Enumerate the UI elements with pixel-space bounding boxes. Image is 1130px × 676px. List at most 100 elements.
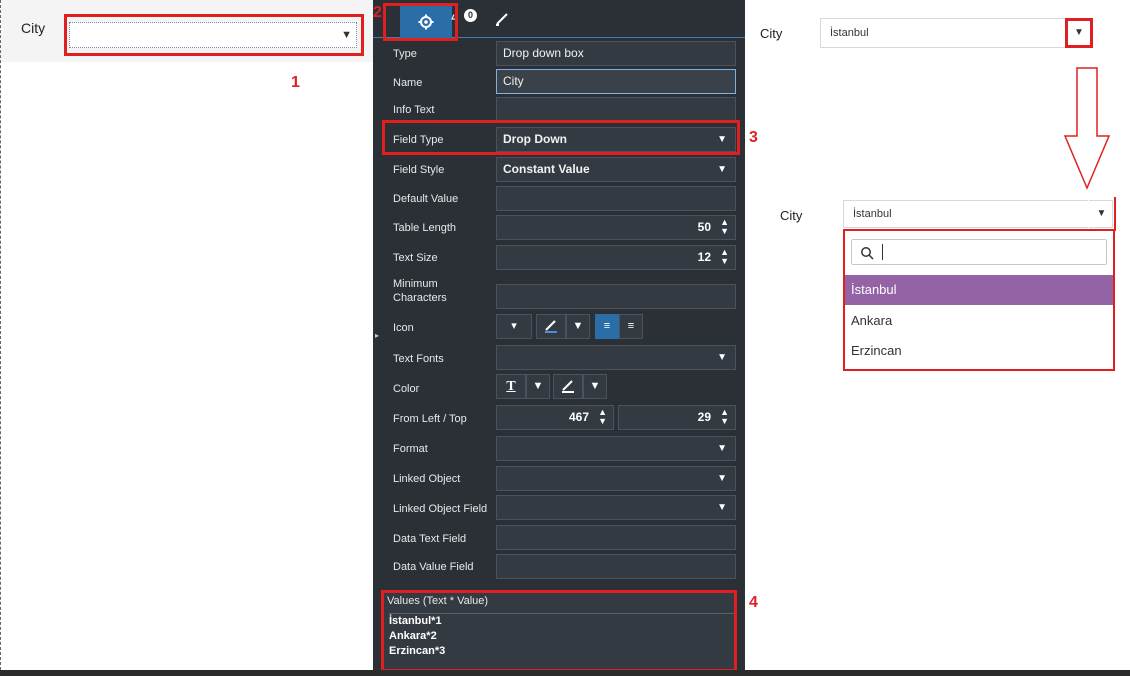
type-value: Drop down box [503,46,584,60]
minimum-characters-input[interactable] [496,284,736,309]
text-color-icon: T [506,379,516,394]
values-header: Values (Text * Value) [387,595,489,607]
preview-dropdown-list: İstanbul Ankara Erzincan [843,229,1115,371]
label-linked-object-field: Linked Object Field [393,503,488,515]
from-top-input[interactable]: 29 ▲ ▼ [618,405,736,430]
expand-indicator-icon: ▸ [375,331,380,340]
align-right-button[interactable]: ≡ [619,314,643,339]
values-list: İstanbul*1 Ankara*2 Erzincan*3 [389,613,734,669]
dropdown-option[interactable]: Erzincan [845,336,1113,366]
dropdown-arrow-icon: ▼ [717,473,727,484]
name-input[interactable]: City [496,69,736,94]
annotation-number-4: 4 [749,594,758,611]
align-left-icon: ≡ [603,320,611,332]
preview-dropdown-toggle[interactable]: ▼ [1065,18,1093,48]
label-format: Format [393,443,428,455]
align-right-icon: ≡ [627,320,635,332]
brush-icon [562,380,574,393]
dropdown-arrow-icon: ▼ [717,164,727,175]
data-text-field-input[interactable] [496,525,736,550]
label-table-length: Table Length [393,222,456,234]
design-canvas[interactable]: City ▼ 1 [0,0,373,670]
values-line: İstanbul*1 [389,615,442,627]
values-textarea[interactable]: Values (Text * Value) İstanbul*1 Ankara*… [381,590,737,672]
spinner-icon[interactable]: ▲ ▼ [720,248,729,266]
dropdown-option[interactable]: İstanbul [845,275,1113,305]
events-count-badge: 0 [464,9,477,22]
spinner-icon[interactable]: ▲ ▼ [720,408,729,426]
highlight-corner [1084,197,1116,231]
dropdown-arrow-icon: ▼ [1074,27,1084,38]
tab-style[interactable] [495,12,509,31]
preview-city-dropdown-open[interactable]: İstanbul [843,200,1113,228]
preview-selected-value: İstanbul [853,208,892,220]
text-color-dropdown[interactable]: ▼ [526,374,550,399]
data-value-field-input[interactable] [496,554,736,579]
dropdown-arrow-icon: ▼ [717,352,727,363]
icon-color-dropdown[interactable]: ▼ [566,314,590,339]
canvas-city-label: City [21,20,46,36]
dropdown-arrow-icon: ▼ [532,380,544,392]
text-color-button[interactable]: T [496,374,526,399]
fill-color-button[interactable] [553,374,583,399]
down-arrow-indicator-icon [1063,67,1111,190]
highlight-box-2 [383,3,458,41]
preview-city-dropdown-closed[interactable]: İstanbul [820,18,1070,48]
dropdown-arrow-icon: ▼ [572,320,584,332]
label-icon: Icon [393,322,414,334]
text-caret [882,244,883,260]
dropdown-arrow-icon: ▼ [717,502,727,513]
preview-selected-value: İstanbul [830,27,869,39]
spinner-icon[interactable]: ▲ ▼ [720,218,729,236]
icon-select-button[interactable]: ▾ [496,314,532,339]
label-data-text-field: Data Text Field [393,533,467,545]
icon-brush-button[interactable] [536,314,566,339]
preview-city-label-top: City [760,26,783,41]
text-fonts-select[interactable]: ▼ [496,345,736,370]
dropdown-option[interactable]: Ankara [845,306,1113,336]
spinner-icon[interactable]: ▲ ▼ [598,408,607,426]
dropdown-search-input[interactable] [851,239,1107,265]
annotation-number-1: 1 [291,74,300,91]
type-field: Drop down box [496,41,736,66]
table-length-input[interactable]: 50 ▲ ▼ [496,215,736,240]
search-icon [861,247,874,260]
linked-object-select[interactable]: ▼ [496,466,736,491]
field-style-value: Constant Value [503,162,590,176]
fill-color-dropdown[interactable]: ▼ [583,374,607,399]
table-length-value: 50 [697,220,711,234]
label-info-text: Info Text [393,104,435,116]
from-top-value: 29 [697,410,711,424]
dropdown-arrow-icon: ▼ [717,443,727,454]
annotation-number-3: 3 [749,129,758,146]
highlight-box-1 [64,14,364,56]
name-value: City [503,74,524,88]
label-type: Type [393,48,417,60]
label-from-left-top: From Left / Top [393,413,467,425]
highlight-box-3 [382,120,740,155]
bottom-bar [0,670,1130,676]
dropdown-arrow-icon: ▾ [511,320,517,332]
field-style-select[interactable]: Constant Value ▼ [496,157,736,182]
label-text-size: Text Size [393,252,438,264]
align-left-button[interactable]: ≡ [595,314,619,339]
text-size-input[interactable]: 12 ▲ ▼ [496,245,736,270]
info-text-input[interactable] [496,97,736,122]
label-default-value: Default Value [393,193,459,205]
from-left-input[interactable]: 467 ▲ ▼ [496,405,614,430]
label-minimum-characters: Minimum Characters [393,278,447,304]
dropdown-arrow-icon: ▼ [589,380,601,392]
label-name: Name [393,77,423,89]
annotation-number-2: 2 [373,4,382,21]
label-color: Color [393,383,420,395]
default-value-input[interactable] [496,186,736,211]
values-line: Ankara*2 [389,630,437,642]
label-text-fonts: Text Fonts [393,353,444,365]
linked-object-field-select[interactable]: ▼ [496,495,736,520]
text-size-value: 12 [697,250,711,264]
from-left-value: 467 [568,410,589,424]
brush-icon [496,13,508,26]
properties-panel: ϟ 0 Type Drop down box Name City Info Te… [373,0,758,676]
format-select[interactable]: ▼ [496,436,736,461]
values-line: Erzincan*3 [389,645,446,657]
